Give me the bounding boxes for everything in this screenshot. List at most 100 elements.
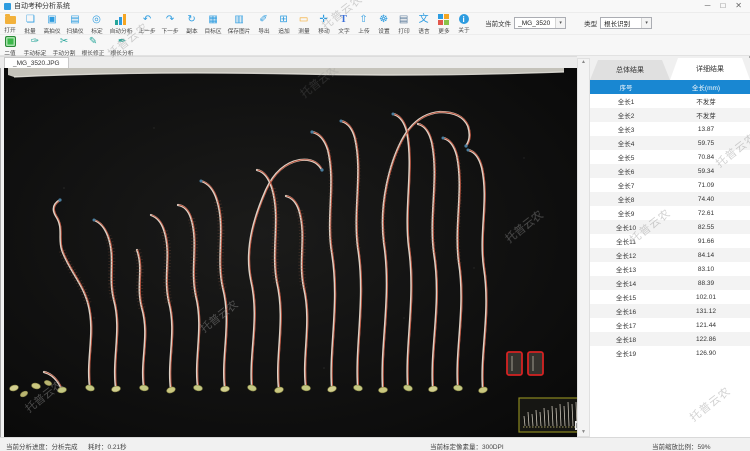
results-panel: 总体结果 详细结果 序号 全长(mm) 全长1不发芽全长2不发芽全长313.87… [590,58,750,437]
toolbar-button-label: 设置 [378,26,389,35]
toolbar-button-export[interactable]: ✐导出 [256,14,271,35]
document-camera-icon: ▣ [46,14,58,25]
printer-icon: ▤ [398,14,410,25]
table-row[interactable]: 全长659.34 [590,164,750,178]
toolbar-button-root-length-correct[interactable]: ✎根长修正 [81,36,105,57]
scroll-up-icon[interactable]: ▲ [581,59,586,66]
close-button[interactable]: ✕ [735,1,742,11]
document-tab-strip: _MG_3520.JPG [0,56,577,68]
toolbar-button-batch[interactable]: ❏批量 [23,14,38,35]
row-length-value: 74.40 [662,196,750,203]
zoom-level-status: 当前缩放比例：59% [652,441,711,451]
binary-square-icon [5,36,16,47]
minimap[interactable] [519,398,577,432]
current-file-group: 当前文件 _MG_3520 ▾ [485,17,566,29]
toolbar-button-upload[interactable]: ⇧上传 [356,14,371,35]
scissors-icon: ✂ [58,36,70,47]
table-row[interactable]: 全长1284.14 [590,248,750,262]
row-length-value: 不发芽 [662,110,750,120]
title-bar: 自动考种分析系统 ─ □ ✕ [0,0,750,13]
calibration-dpi-status: 当前标定像素量：300DPI [430,441,504,451]
save-image-icon: ▥ [233,14,245,25]
row-length-value: 122.86 [662,336,750,343]
language-icon: 文 [418,14,430,25]
row-index: 全长4 [590,138,662,148]
table-row[interactable]: 全长1不发芽 [590,94,750,108]
ruler-icon: ▭ [298,14,310,25]
table-row[interactable]: 全长18122.86 [590,332,750,346]
table-row[interactable]: 全长16131.12 [590,304,750,318]
row-length-value: 102.01 [662,294,750,301]
tab-overall-results[interactable]: 总体结果 [590,60,670,80]
toolbar-button-previous-step[interactable]: ↶上一步 [138,14,156,35]
table-row[interactable]: 全长15102.01 [590,290,750,304]
toolbar-button-duplicate[interactable]: ↻副本 [184,14,199,35]
tab-detailed-results[interactable]: 详细结果 [670,58,750,80]
append-plus-icon: ⊞ [278,14,290,25]
row-length-value: 88.39 [662,280,750,287]
toolbar-button-append[interactable]: ⊞追加 [276,14,291,35]
toolbar-button-scanner[interactable]: ▤扫描仪 [66,14,84,35]
maximize-button[interactable]: □ [720,1,725,11]
toolbar-button-print[interactable]: ▤打印 [396,14,411,35]
toolbar-button-settings[interactable]: ☸设置 [376,14,391,35]
results-table-body: 全长1不发芽全长2不发芽全长313.87全长459.75全长570.84全长65… [590,94,750,360]
toolbar-button-more[interactable]: 更多 [436,14,451,35]
row-length-value: 72.61 [662,210,750,217]
toolbar-button-auto-analysis[interactable]: 自动分析 [109,14,133,35]
row-index: 全长18 [590,334,662,344]
row-index: 全长2 [590,110,662,120]
toolbar-button-text-tool[interactable]: T文字 [336,14,351,35]
refresh-copy-icon: ↻ [186,14,198,25]
toolbar-button-label: 自动分析 [110,26,133,35]
table-row[interactable]: 全长459.75 [590,136,750,150]
info-circle-icon: i [459,14,469,24]
table-row[interactable]: 全长771.09 [590,178,750,192]
specimen-image-area[interactable]: 托普云农 托普云农 托普云农 托普云农 [4,68,577,437]
table-row[interactable]: 全长313.87 [590,122,750,136]
toolbar-button-manual-split[interactable]: ✂手动分割 [52,36,76,57]
toolbar-button-label: 目标区 [205,26,222,35]
app-title: 自动考种分析系统 [14,1,70,11]
table-row[interactable]: 全长19126.90 [590,346,750,360]
column-header-index: 序号 [590,82,662,92]
toolbar-button-manual-calibration[interactable]: ✑手动标定 [23,36,47,57]
row-length-value: 70.84 [662,154,750,161]
chevron-down-icon[interactable]: ▾ [641,18,651,28]
table-row[interactable]: 全长1082.55 [590,220,750,234]
table-row[interactable]: 全长1191.66 [590,234,750,248]
toolbar-button-open[interactable]: 打开 [3,14,18,34]
batch-icon: ❏ [25,14,37,25]
toolbar-button-binarize[interactable]: 二值 [3,36,18,57]
table-row[interactable]: 全长1383.10 [590,262,750,276]
row-length-value: 131.12 [662,308,750,315]
row-index: 全长9 [590,208,662,218]
table-row[interactable]: 全长17121.44 [590,318,750,332]
minimize-button[interactable]: ─ [705,1,711,11]
toolbar-button-label: 关于 [458,25,469,34]
table-row[interactable]: 全长1488.39 [590,276,750,290]
type-select[interactable]: 根长识别 ▾ [600,17,652,29]
image-vertical-scrollbar[interactable]: ▲ ▼ [577,58,590,437]
toolbar-button-language[interactable]: 文语言 [416,14,431,35]
current-file-select[interactable]: _MG_3520 ▾ [514,17,566,29]
toolbar-button-save-image[interactable]: ▥保存图片 [227,14,251,35]
scroll-down-icon[interactable]: ▼ [581,429,586,436]
chevron-down-icon[interactable]: ▾ [555,18,565,28]
toolbar-button-next-step[interactable]: ↷下一步 [161,14,179,35]
row-length-value: 71.09 [662,182,750,189]
toolbar-button-about[interactable]: i关于 [456,14,471,34]
toolbar-button-doc-camera[interactable]: ▣高拍仪 [43,14,61,35]
specimen-image: 托普云农 托普云农 托普云农 托普云农 [4,68,577,437]
toolbar-secondary: 二值✑手动标定✂手动分割✎根长修正✒根长分析 [0,35,750,56]
toolbar-button-measure[interactable]: ▭测量 [296,14,311,35]
toolbar-button-calibration[interactable]: ◎标定 [89,14,104,35]
toolbar-button-target-area[interactable]: ▦目标区 [204,14,222,35]
table-row[interactable]: 全长972.61 [590,206,750,220]
table-row[interactable]: 全长2不发芽 [590,108,750,122]
toolbar-button-root-length-analysis[interactable]: ✒根长分析 [110,36,134,57]
toolbar-button-move[interactable]: ✛移动 [316,14,331,35]
analysis-progress-status: 当前分析进度：分析完成 [6,441,78,451]
table-row[interactable]: 全长570.84 [590,150,750,164]
table-row[interactable]: 全长874.40 [590,192,750,206]
